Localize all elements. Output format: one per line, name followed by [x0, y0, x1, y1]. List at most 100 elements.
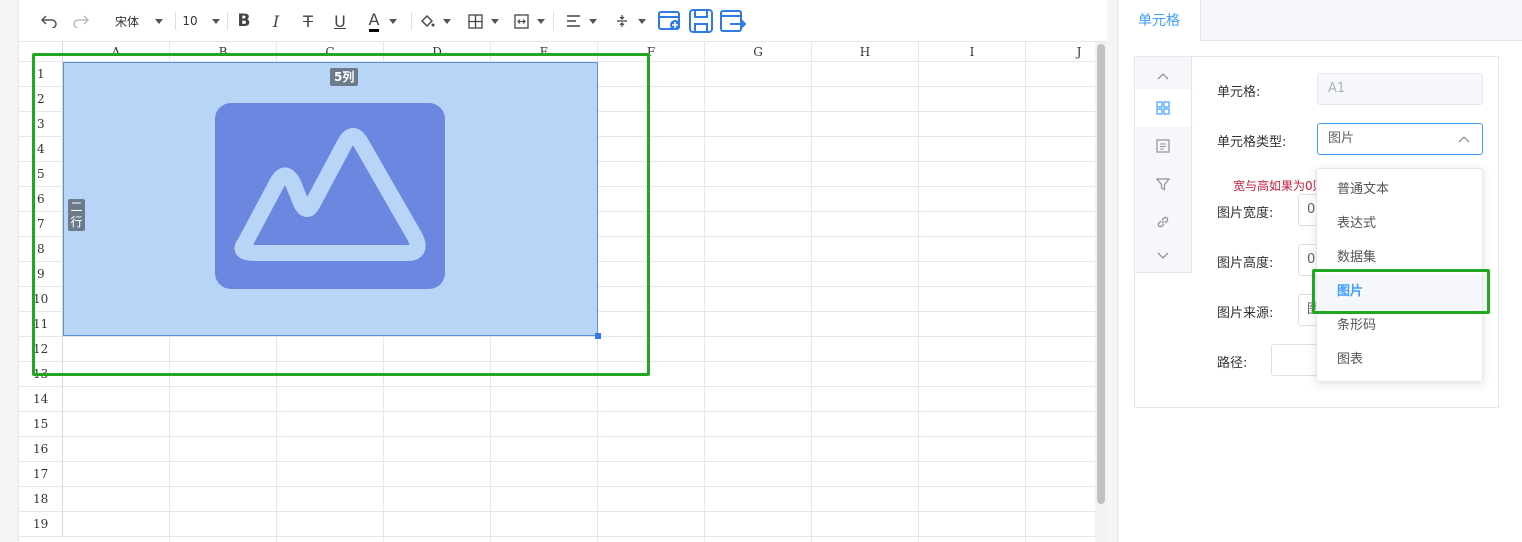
grid-column-line — [811, 62, 812, 542]
paint-bucket-icon — [421, 15, 435, 27]
toolbar-divider — [175, 12, 176, 30]
image-width-label: 图片宽度: — [1217, 206, 1274, 221]
list-icon — [1156, 139, 1170, 153]
filter-icon — [1156, 178, 1170, 191]
image-height-label: 图片高度: — [1217, 256, 1274, 271]
side-filter-button[interactable] — [1135, 165, 1191, 203]
row-header-19[interactable]: 19 — [19, 512, 63, 537]
cell-address-input[interactable]: A1 — [1317, 73, 1483, 105]
chevron-down-icon — [638, 18, 646, 24]
column-header-h[interactable]: H — [812, 42, 919, 62]
chevron-down-icon — [490, 18, 499, 24]
path-label: 路径: — [1217, 356, 1248, 371]
merge-cells-icon — [513, 13, 529, 29]
grid-row-line — [63, 511, 1095, 512]
chevron-down-icon — [389, 18, 398, 24]
tab-cell[interactable]: 单元格 — [1118, 0, 1201, 41]
dropdown-option[interactable]: 图表 — [1317, 343, 1482, 377]
grid-row-line — [63, 436, 1095, 437]
italic-button[interactable]: I — [265, 8, 287, 34]
horizontal-align-button[interactable] — [561, 8, 601, 34]
redo-button[interactable] — [69, 8, 93, 34]
cell-label: 单元格: — [1217, 85, 1261, 100]
chevron-down-icon — [211, 18, 220, 24]
toolbar-divider — [227, 12, 228, 30]
chevron-down-icon — [536, 18, 545, 24]
panel-tabbar: 单元格 — [1118, 0, 1522, 41]
vertical-scrollbar[interactable] — [1095, 42, 1107, 542]
dropdown-option[interactable]: 表达式 — [1317, 207, 1482, 241]
underline-button[interactable]: U — [329, 8, 351, 34]
image-source-label: 图片来源: — [1217, 306, 1274, 321]
toolbar: 宋体 10 B I T U A — [19, 0, 1107, 42]
font-color-button[interactable]: A — [363, 8, 403, 34]
side-list-button[interactable] — [1135, 127, 1191, 165]
spreadsheet-panel: 宋体 10 B I T U A A B C D E F G H I J 1 2 … — [18, 0, 1107, 542]
font-size-value: 10 — [182, 14, 198, 28]
dropdown-option[interactable]: 普通文本 — [1317, 173, 1482, 207]
row-header-14[interactable]: 14 — [19, 387, 63, 412]
side-link-button[interactable] — [1135, 203, 1191, 241]
side-cell-props-button[interactable] — [1135, 89, 1191, 127]
row-header-17[interactable]: 17 — [19, 462, 63, 487]
toolbar-divider — [411, 12, 412, 30]
grid-row-line — [63, 411, 1095, 412]
font-family-select[interactable]: 宋体 — [105, 8, 173, 34]
grid-column-line — [704, 62, 705, 542]
column-header-j[interactable]: J — [1026, 42, 1095, 62]
chevron-down-icon — [588, 18, 597, 24]
cell-type-value: 图片 — [1328, 131, 1355, 146]
spreadsheet-grid[interactable]: A B C D E F G H I J 1 2 3 4 5 6 7 8 9 10 11 12 13 14 15 16 17 18 19 … — [19, 42, 1095, 542]
save-button[interactable] — [688, 8, 714, 34]
cell-type-label: 单元格类型: — [1217, 135, 1287, 150]
align-middle-icon — [617, 15, 627, 27]
image-highlight-box — [32, 53, 650, 376]
grid-row-line — [63, 536, 1095, 537]
row-header-18[interactable]: 18 — [19, 487, 63, 512]
save-icon — [689, 9, 713, 33]
bold-button[interactable]: B — [233, 8, 255, 34]
chevron-down-icon — [1157, 252, 1169, 259]
grid-row-line — [63, 486, 1095, 487]
fill-color-button[interactable] — [417, 8, 453, 34]
toolbar-divider — [553, 12, 554, 30]
chevron-up-icon — [1157, 73, 1169, 80]
export-icon — [720, 10, 746, 32]
strikethrough-button[interactable]: T — [297, 8, 319, 34]
align-left-icon — [566, 15, 580, 27]
column-header-i[interactable]: I — [919, 42, 1026, 62]
size-warning-text: 宽与高如果为0则 — [1233, 179, 1325, 193]
merge-cells-button[interactable] — [511, 8, 547, 34]
grid-icon — [1156, 101, 1170, 115]
dropdown-option[interactable]: 条形码 — [1317, 309, 1482, 343]
app-root: 宋体 10 B I T U A A B C D E F G H I J 1 2 … — [0, 0, 1522, 542]
undo-button[interactable] — [37, 8, 61, 34]
chevron-up-icon — [1458, 136, 1470, 143]
font-family-value: 宋体 — [114, 14, 139, 29]
link-icon — [1157, 216, 1169, 228]
cell-type-select[interactable]: 图片 — [1317, 123, 1483, 155]
row-header-15[interactable]: 15 — [19, 412, 63, 437]
row-header-16[interactable]: 16 — [19, 437, 63, 462]
new-window-icon — [658, 11, 680, 30]
option-highlight-box — [1312, 269, 1490, 314]
undo-icon — [40, 15, 57, 28]
new-report-button[interactable] — [657, 8, 683, 34]
side-icon-strip — [1135, 57, 1192, 273]
export-button[interactable] — [720, 8, 746, 34]
chevron-down-icon — [443, 18, 451, 24]
side-scroll-down-button[interactable] — [1135, 237, 1191, 275]
grid-column-line — [918, 62, 919, 542]
grid-row-line — [63, 461, 1095, 462]
vertical-align-button[interactable] — [611, 8, 651, 34]
border-icon — [467, 13, 483, 29]
grid-row-line — [63, 386, 1095, 387]
font-color-label: A — [368, 10, 380, 32]
column-header-g[interactable]: G — [705, 42, 812, 62]
font-size-select[interactable]: 10 — [179, 8, 223, 34]
scrollbar-thumb[interactable] — [1097, 44, 1105, 504]
chevron-down-icon — [155, 18, 163, 24]
grid-column-line — [1025, 62, 1026, 542]
border-button[interactable] — [465, 8, 501, 34]
redo-icon — [73, 15, 90, 28]
